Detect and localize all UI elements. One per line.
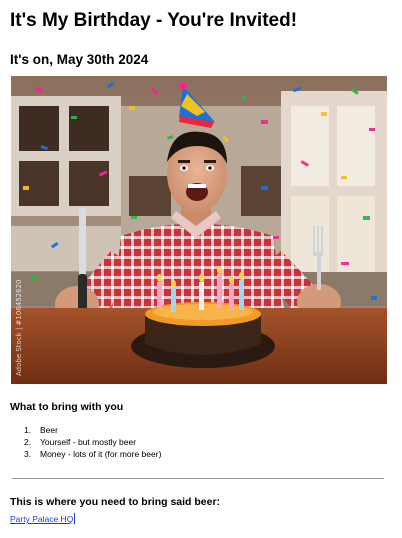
list-item-text: Yourself - but mostly beer xyxy=(40,437,137,448)
text-cursor xyxy=(74,513,76,524)
list-item-number: 3. xyxy=(24,449,32,460)
list-item: 1. Beer xyxy=(24,424,161,436)
date-subtitle: It's on, May 30th 2024 xyxy=(10,52,149,67)
location-heading: This is where you need to bring said bee… xyxy=(10,496,221,508)
horizontal-divider xyxy=(12,478,384,479)
list-item-number: 1. xyxy=(24,425,32,435)
invitation-page: It's My Birthday - You're Invited! It's … xyxy=(0,0,402,538)
birthday-photo-illustration xyxy=(11,76,387,384)
page-title: It's My Birthday - You're Invited! xyxy=(10,10,298,31)
list-item-text: Money - lots of it (for more beer) xyxy=(40,449,162,460)
list-item: 2. Yourself - but mostly beer xyxy=(24,436,161,448)
location-link-text: Party Palace HQ xyxy=(10,514,74,524)
photo-watermark: Adobe Stock | #106452620 xyxy=(15,279,23,377)
list-item-text: Beer xyxy=(40,425,58,435)
bring-heading: What to bring with you xyxy=(10,401,124,413)
bring-list: 1. Beer 2. Yourself - but mostly beer 3. Mo… xyxy=(24,424,161,461)
list-item-number: 2. xyxy=(24,437,32,448)
list-item: 3. Money - lots of it (for more beer) xyxy=(24,448,161,460)
location-link[interactable]: Party Palace HQ xyxy=(10,513,76,524)
birthday-photo: Adobe Stock | #106452620 xyxy=(11,76,387,384)
